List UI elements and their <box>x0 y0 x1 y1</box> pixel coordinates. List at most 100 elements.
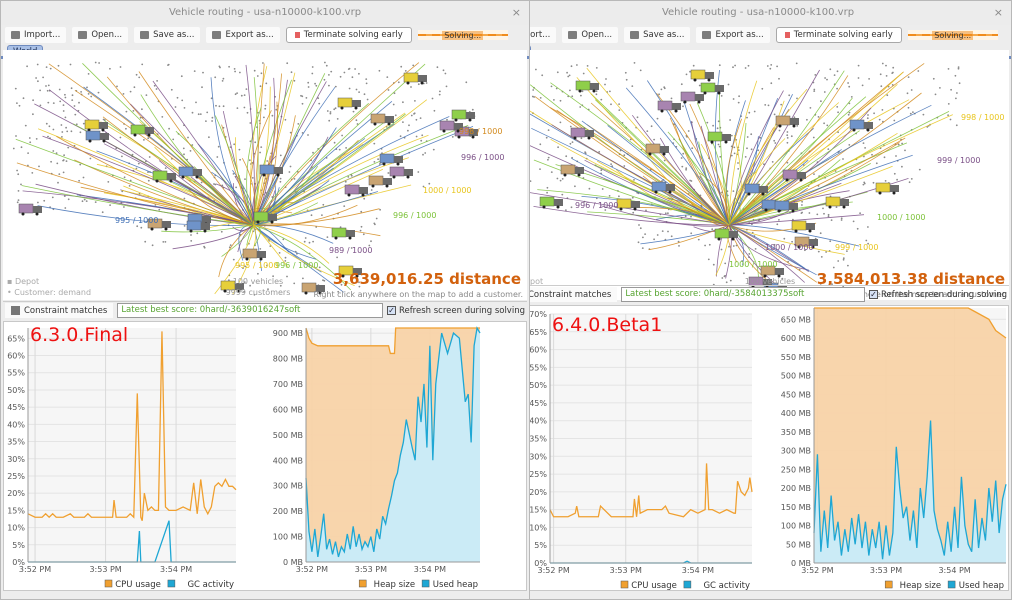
checkbox-checked-icon[interactable]: ✓ <box>868 290 878 299</box>
customer-dot <box>813 90 816 92</box>
customer-dot <box>187 136 189 139</box>
customer-dot <box>57 64 60 67</box>
customer-dot <box>289 165 292 168</box>
customer-dot <box>873 112 875 115</box>
customer-dot <box>336 256 338 259</box>
customer-dot <box>864 147 866 149</box>
customer-dot <box>58 173 61 175</box>
customer-dot <box>325 64 328 67</box>
close-icon[interactable]: × <box>994 1 1003 25</box>
refresh-checkbox[interactable]: ✓ Refresh screen during solving <box>386 306 525 316</box>
y-tick-label: 50% <box>529 381 547 390</box>
customer-dot <box>45 122 48 125</box>
customer-dot <box>778 219 780 221</box>
save-as-button[interactable]: Save as... <box>624 27 691 43</box>
export-as-button[interactable]: Export as... <box>696 27 770 43</box>
customer-dot <box>193 70 196 72</box>
legend-swatch <box>683 580 692 589</box>
vehicle-wheel <box>406 175 410 179</box>
customer-dot <box>172 138 175 141</box>
y-tick-label: 40% <box>529 417 547 426</box>
refresh-checkbox[interactable]: ✓ Refresh screen during solving <box>868 290 1007 300</box>
terminate-solving-button[interactable]: Terminate solving early <box>285 27 412 43</box>
open-button[interactable]: Open... <box>562 27 619 43</box>
open-label: Open... <box>581 30 613 40</box>
import-button[interactable]: Import... <box>5 27 67 43</box>
save-as-label: Save as... <box>643 30 685 40</box>
customer-dot <box>180 75 183 78</box>
customer-dot <box>301 95 304 98</box>
open-button[interactable]: Open... <box>72 27 129 43</box>
customer-dot <box>832 266 835 269</box>
customer-dot <box>297 123 300 125</box>
legend-label: Heap size <box>374 580 415 590</box>
save-as-button[interactable]: Save as... <box>134 27 201 43</box>
customer-dot <box>307 81 310 84</box>
vehicle-cargo <box>714 228 730 239</box>
vehicle-wheel <box>361 193 365 197</box>
customer-dot <box>708 243 711 246</box>
vehicle-wheel <box>674 109 678 113</box>
customer-dot <box>183 197 186 200</box>
vehicle-cab <box>352 100 361 107</box>
customer-dot <box>253 69 256 72</box>
customer-dot <box>432 148 435 151</box>
customer-dot <box>387 89 390 91</box>
route-map[interactable]: 998 / 1000 999 / 1000 996 / 1000 1000 / 100… <box>507 50 1009 300</box>
customer-dot <box>251 177 254 179</box>
checkbox-checked-icon[interactable]: ✓ <box>386 306 396 315</box>
customer-dot <box>83 198 86 201</box>
y-tick-label: 5% <box>534 541 547 550</box>
customer-dot <box>183 153 185 156</box>
customer-dot <box>203 245 206 248</box>
vehicle-cargo <box>370 113 386 124</box>
terminate-solving-button[interactable]: Terminate solving early <box>775 27 902 43</box>
vehicle-cab <box>705 72 714 79</box>
customer-dot <box>895 155 897 157</box>
x-tick-label: 3:54 PM <box>160 565 192 574</box>
customer-dot <box>218 105 221 108</box>
customer-dot <box>678 245 680 247</box>
customer-dot <box>373 161 376 163</box>
customer-dot <box>618 195 620 198</box>
customer-dot <box>667 212 669 215</box>
customer-dot <box>310 214 313 217</box>
route-map[interactable]: 995 / 1000 996 / 1000 989 / 1000 996 / 1000… <box>3 50 527 300</box>
customer-dot <box>189 150 192 152</box>
close-icon[interactable]: × <box>512 1 521 25</box>
customer-dot <box>308 241 311 244</box>
customer-dot <box>822 207 824 210</box>
route-map-canvas[interactable]: 995 / 1000996 / 1000989 / 1000996 / 1000… <box>3 50 527 300</box>
cpu-chart: 0%5%10%15%20%25%30%35%40%45%50%55%60%65%… <box>7 328 237 590</box>
customer-dot <box>373 142 376 145</box>
vehicle-wheel <box>262 173 266 177</box>
customer-dot <box>847 113 850 116</box>
customer-dot <box>279 154 282 157</box>
customer-dot <box>366 98 369 101</box>
y-tick-label: 600 MB <box>273 405 303 414</box>
route-map-canvas[interactable]: 998 / 1000 999 / 1000 996 / 1000 1000 / 100… <box>507 50 1009 300</box>
customer-dot <box>656 234 659 236</box>
constraint-matches-button[interactable]: Constraint matches <box>5 303 114 318</box>
customer-dot <box>901 165 903 168</box>
customer-dot <box>148 156 151 158</box>
y-tick-label: 700 MB <box>273 380 303 389</box>
export-as-button[interactable]: Export as... <box>206 27 280 43</box>
y-tick-label: 35% <box>529 435 547 444</box>
customer-dot <box>535 68 537 71</box>
right-window: Vehicle routing - usa-n10000-k100.vrp × … <box>504 0 1012 600</box>
y-tick-label: 5% <box>12 541 25 550</box>
customer-dot <box>820 100 822 103</box>
y-tick-label: 550 MB <box>781 353 811 362</box>
customer-dot <box>574 185 576 188</box>
customer-dot <box>556 71 559 74</box>
customer-dot <box>236 107 239 109</box>
vehicle-cab <box>797 172 806 179</box>
toolbar: Import... Open... Save as... Export as..… <box>505 25 1011 45</box>
customer-dot <box>293 178 296 180</box>
vehicle-wheel <box>385 184 389 188</box>
customer-dot <box>569 89 571 92</box>
y-tick-label: 100 MB <box>273 533 303 542</box>
save-icon <box>630 31 640 39</box>
vehicle-cargo <box>645 143 661 154</box>
